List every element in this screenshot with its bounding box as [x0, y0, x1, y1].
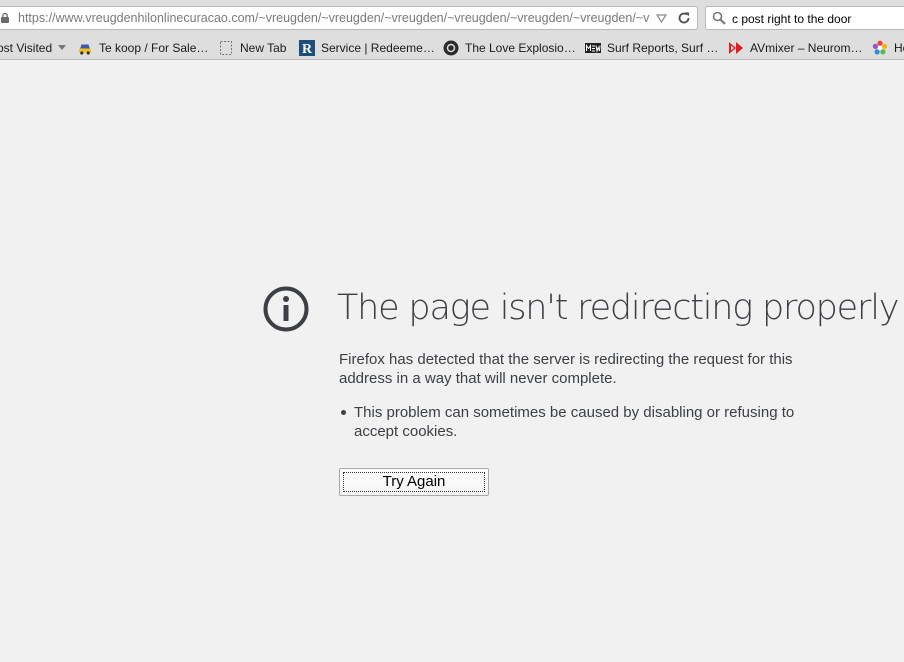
info-icon — [263, 286, 309, 332]
history-dropdown-icon[interactable] — [656, 13, 667, 24]
bookmark-label: Service | Redeeme… — [321, 41, 435, 55]
circle-logo-icon — [443, 40, 459, 56]
r-logo-icon: R — [299, 40, 315, 56]
url-scheme-host: https://www.vreugdenhilonlinecuracao.com — [18, 11, 255, 25]
bookmark-new-tab[interactable]: New Tab — [218, 40, 286, 56]
bookmark-partial[interactable]: He — [872, 40, 904, 56]
error-suggestion-item: This problem can sometimes be caused by … — [339, 403, 839, 441]
bookmarks-toolbar: ost Visited Te koop / For Sale… New Tab … — [0, 36, 904, 60]
svg-text:R: R — [302, 42, 313, 56]
bookmark-love-explosion[interactable]: The Love Explosio… — [443, 40, 576, 56]
try-again-label: Try Again — [382, 472, 446, 490]
bookmark-label: New Tab — [240, 41, 287, 55]
error-suggestions: This problem can sometimes be caused by … — [339, 403, 839, 441]
bookmark-label: The Love Explosio… — [465, 41, 576, 55]
error-title: The page isn't redirecting properly — [337, 288, 899, 328]
search-input[interactable]: c post right to the door — [732, 12, 851, 26]
navigation-toolbar: https://www.vreugdenhilonlinecuracao.com… — [0, 0, 904, 36]
bookmark-label: He — [894, 41, 904, 55]
bookmark-label: Te koop / For Sale… — [99, 41, 209, 55]
avmixer-logo-icon — [729, 42, 743, 54]
bookmark-service-redeem[interactable]: R Service | Redeeme… — [299, 40, 435, 56]
bookmark-label: Surf Reports, Surf … — [607, 41, 719, 55]
search-bar[interactable]: c post right to the door — [705, 6, 904, 30]
error-description: Firefox has detected that the server is … — [339, 351, 793, 387]
car-icon — [79, 44, 91, 55]
msw-logo-icon — [585, 43, 601, 53]
url-bar[interactable]: https://www.vreugdenhilonlinecuracao.com… — [0, 6, 698, 30]
flower-logo-icon — [872, 40, 888, 55]
bookmark-most-visited[interactable]: ost Visited — [0, 40, 67, 56]
search-icon — [712, 11, 726, 25]
url-text[interactable]: https://www.vreugdenhilonlinecuracao.com… — [18, 11, 650, 25]
bookmark-surf-reports[interactable]: Surf Reports, Surf … — [585, 40, 718, 56]
bookmark-te-koop[interactable]: Te koop / For Sale… — [77, 40, 208, 56]
bookmark-label: AVmixer – Neurom… — [750, 41, 863, 55]
bookmark-avmixer[interactable]: AVmixer – Neurom… — [728, 40, 862, 56]
blank-page-icon — [220, 41, 232, 55]
url-path: /~vreugden/~vreugden/~vreugden/~vreugden… — [254, 11, 650, 25]
dropdown-caret-icon — [58, 45, 67, 50]
lock-icon — [1, 13, 9, 23]
try-again-button[interactable]: Try Again — [339, 468, 489, 496]
reload-icon[interactable] — [677, 11, 691, 25]
bookmark-label: ost Visited — [0, 41, 53, 55]
